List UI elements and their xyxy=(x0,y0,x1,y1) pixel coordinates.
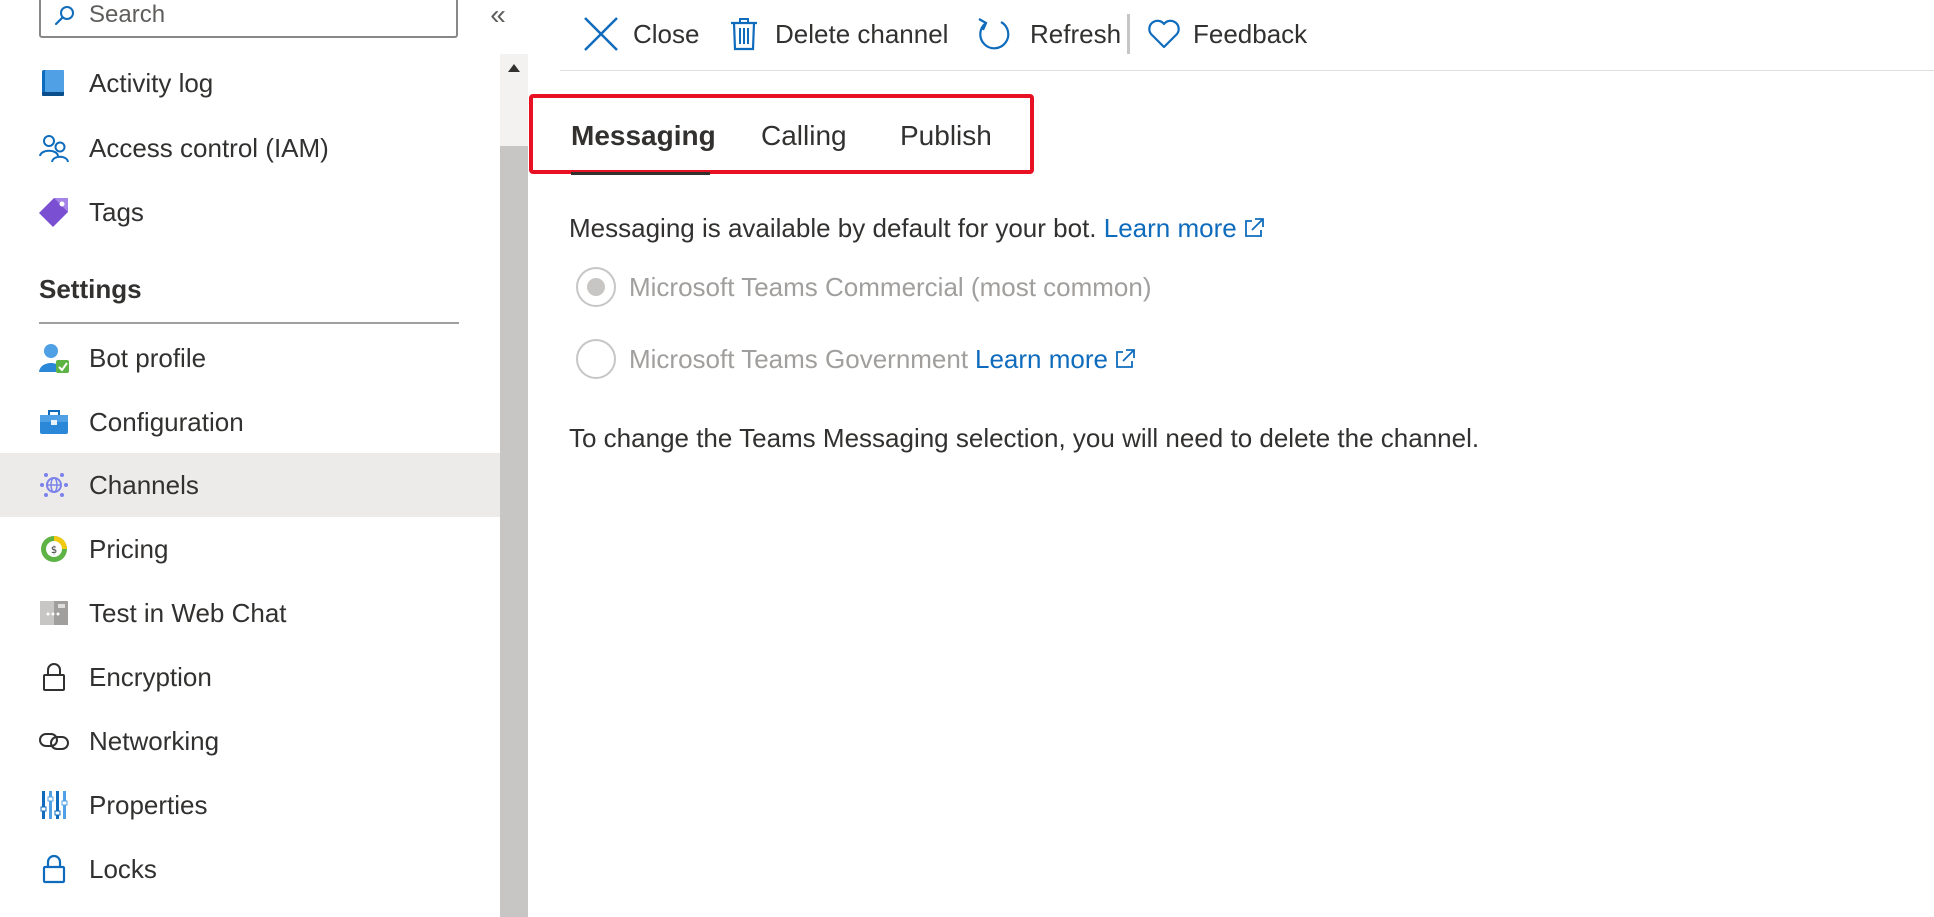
web-chat-icon xyxy=(40,601,68,625)
sidebar-item-access-control[interactable]: Access control (IAM) xyxy=(0,116,500,180)
people-icon xyxy=(39,135,69,163)
tab-calling[interactable]: Calling xyxy=(761,118,847,154)
refresh-icon xyxy=(978,18,1010,50)
delete-channel-button[interactable]: Delete channel xyxy=(727,12,957,56)
sidebar-item-label: Properties xyxy=(89,790,208,820)
learn-more-link[interactable]: Learn more xyxy=(1104,213,1265,243)
close-button[interactable]: Close xyxy=(583,12,703,56)
section-divider xyxy=(39,322,459,324)
tag-icon xyxy=(39,198,68,227)
sidebar-item-label: Encryption xyxy=(89,662,212,692)
sidebar-item-networking[interactable]: Networking xyxy=(0,709,500,773)
sidebar-item-label: Test in Web Chat xyxy=(89,598,287,628)
sidebar-scrollbar[interactable] xyxy=(500,54,528,917)
government-learn-more-text: Learn more xyxy=(975,344,1108,374)
radio-label: Microsoft Teams Commercial (most common) xyxy=(629,272,1152,302)
link-icon xyxy=(39,733,69,750)
sidebar-item-label: Tags xyxy=(89,197,144,227)
radio-teams-government[interactable]: Microsoft Teams Government Learn more xyxy=(576,337,1176,381)
sidebar-item-bot-profile[interactable]: Bot profile xyxy=(0,326,500,390)
scrollbar-thumb[interactable] xyxy=(500,146,528,917)
tab-publish[interactable]: Publish xyxy=(900,118,992,154)
sidebar-item-properties[interactable]: Properties xyxy=(0,773,500,837)
channels-icon xyxy=(40,473,68,497)
settings-section-header: Settings xyxy=(39,274,142,304)
search-box[interactable] xyxy=(39,0,458,38)
tab-messaging[interactable]: Messaging xyxy=(571,118,716,154)
search-input[interactable] xyxy=(89,0,439,32)
trash-icon xyxy=(731,18,757,51)
toolbar-separator xyxy=(1127,14,1130,54)
feedback-button[interactable]: Feedback xyxy=(1146,12,1308,56)
sidebar-item-encryption[interactable]: Encryption xyxy=(0,645,500,709)
messaging-info-text: Messaging is available by default for yo… xyxy=(569,213,1097,243)
sidebar-item-label: Networking xyxy=(89,726,220,756)
lock-icon xyxy=(43,663,65,691)
sidebar-item-pricing[interactable]: $ Pricing xyxy=(0,517,500,581)
sidebar-item-label: Pricing xyxy=(89,534,169,564)
radio-label: Microsoft Teams Government xyxy=(629,344,969,374)
bot-profile-icon xyxy=(39,344,69,373)
sidebar-item-activity-log[interactable]: Activity log xyxy=(0,51,500,115)
resource-menu-sidebar: « Activity log Access control (IAM) Tags… xyxy=(0,0,506,917)
sidebar-item-test-web-chat[interactable]: Test in Web Chat xyxy=(0,581,500,645)
sidebar-item-label: Locks xyxy=(89,854,157,884)
active-tab-indicator xyxy=(571,172,710,175)
refresh-button[interactable]: Refresh xyxy=(976,12,1121,56)
feedback-label: Feedback xyxy=(1193,19,1308,49)
close-label: Close xyxy=(633,19,700,49)
change-selection-note: To change the Teams Messaging selection,… xyxy=(569,423,1480,453)
radio-teams-commercial[interactable]: Microsoft Teams Commercial (most common) xyxy=(576,265,1176,309)
activity-log-icon xyxy=(42,70,64,96)
refresh-label: Refresh xyxy=(1030,19,1122,49)
radio-button-checked[interactable] xyxy=(576,267,616,307)
sidebar-item-label: Activity log xyxy=(89,68,214,98)
heart-icon xyxy=(1148,19,1180,49)
sidebar-item-locks[interactable]: Locks xyxy=(0,837,500,901)
delete-channel-label: Delete channel xyxy=(775,19,949,49)
sidebar-item-configuration[interactable]: Configuration xyxy=(0,390,500,454)
properties-icon xyxy=(40,791,68,819)
scroll-up-arrow[interactable] xyxy=(500,54,528,82)
sidebar-item-tags[interactable]: Tags xyxy=(0,180,500,244)
toolbox-icon xyxy=(40,410,68,434)
external-link-icon xyxy=(1244,218,1264,237)
learn-more-link-text: Learn more xyxy=(1103,213,1237,243)
government-learn-more-link[interactable]: Learn more xyxy=(975,343,1136,375)
search-icon xyxy=(54,6,74,26)
lock-blue-icon xyxy=(42,854,66,884)
close-icon xyxy=(584,17,618,51)
collapse-menu-button[interactable]: « xyxy=(484,1,512,30)
external-link-icon xyxy=(1116,349,1135,368)
messaging-info: Messaging is available by default for yo… xyxy=(569,212,1265,244)
sidebar-item-label: Access control (IAM) xyxy=(89,133,329,163)
sidebar-item-label: Bot profile xyxy=(89,343,207,373)
sidebar-item-label: Configuration xyxy=(89,407,244,437)
radio-button[interactable] xyxy=(576,339,616,379)
sidebar-item-label: Channels xyxy=(89,470,199,500)
sidebar-item-channels[interactable]: Channels xyxy=(0,453,500,517)
pricing-icon: $ xyxy=(41,536,67,562)
toolbar-divider xyxy=(560,70,1934,71)
svg-text:$: $ xyxy=(51,545,57,556)
